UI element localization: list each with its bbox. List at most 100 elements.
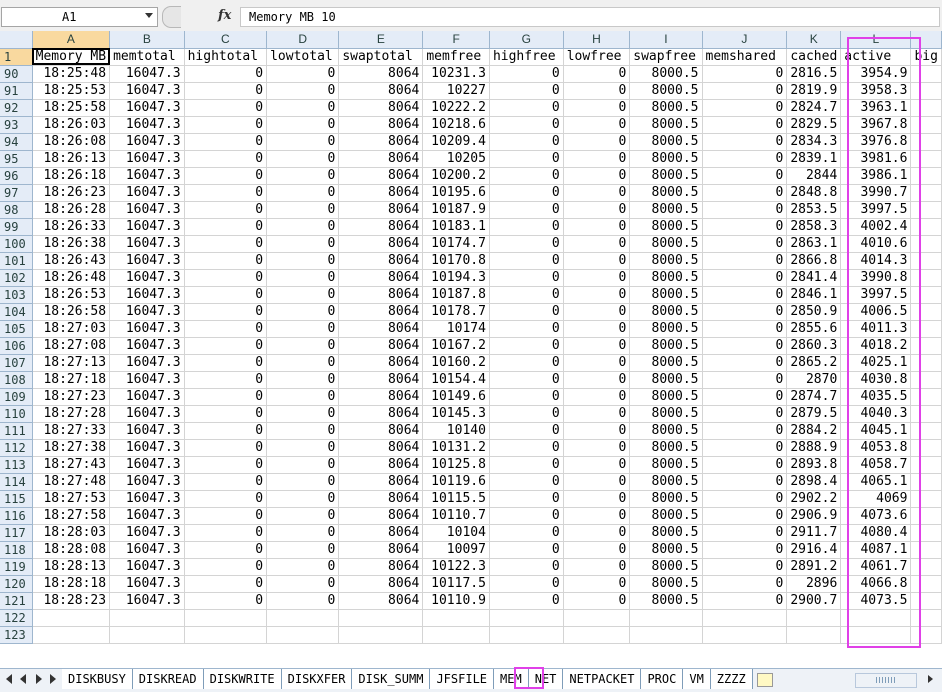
column-header-b[interactable]: B [109, 31, 185, 49]
data-cell[interactable]: 2898.4 [786, 473, 842, 491]
data-cell[interactable]: 18:25:58 [32, 99, 111, 117]
data-cell[interactable]: 0 [702, 235, 788, 253]
data-cell[interactable]: 8000.5 [629, 473, 703, 491]
header-cell[interactable]: memtotal [109, 48, 185, 66]
data-cell[interactable]: 0 [266, 150, 340, 168]
data-cell[interactable] [910, 303, 942, 321]
sheet-tab-mem[interactable]: MEM [494, 669, 529, 689]
data-cell[interactable]: 10117.5 [422, 575, 490, 593]
data-cell[interactable]: 10187.8 [422, 286, 490, 304]
data-cell[interactable] [910, 269, 942, 287]
column-header-m[interactable] [910, 31, 942, 49]
data-cell[interactable]: 0 [489, 65, 564, 83]
row-header[interactable]: 105 [0, 320, 33, 338]
row-header[interactable]: 119 [0, 558, 33, 576]
data-cell[interactable] [910, 201, 942, 219]
formula-bar-splitter[interactable] [162, 6, 181, 28]
data-cell[interactable]: 0 [702, 303, 788, 321]
data-cell[interactable]: 0 [489, 286, 564, 304]
header-cell[interactable]: memfree [422, 48, 490, 66]
data-cell[interactable]: 8064 [338, 439, 424, 457]
data-cell[interactable] [910, 116, 942, 134]
data-cell[interactable]: 16047.3 [109, 422, 185, 440]
data-cell[interactable]: 2819.9 [786, 82, 842, 100]
data-cell[interactable]: 0 [563, 388, 631, 406]
data-cell[interactable]: 0 [266, 558, 340, 576]
data-cell[interactable]: 8064 [338, 575, 424, 593]
data-cell[interactable]: 0 [266, 490, 340, 508]
data-cell[interactable]: 4087.1 [840, 541, 912, 559]
select-all-corner[interactable] [0, 31, 33, 49]
data-cell[interactable]: 10222.2 [422, 99, 490, 117]
data-cell[interactable]: 18:26:43 [32, 252, 111, 270]
column-header-k[interactable]: K [786, 31, 842, 49]
data-cell[interactable]: 8000.5 [629, 592, 703, 610]
data-cell[interactable]: 4030.8 [840, 371, 912, 389]
data-cell[interactable]: 0 [702, 201, 788, 219]
data-cell[interactable] [910, 150, 942, 168]
data-cell[interactable]: 0 [563, 558, 631, 576]
sheet-tab-proc[interactable]: PROC [641, 669, 684, 689]
data-cell[interactable]: 8064 [338, 371, 424, 389]
data-cell[interactable]: 16047.3 [109, 150, 185, 168]
data-cell[interactable]: 0 [489, 541, 564, 559]
data-cell[interactable]: 8064 [338, 320, 424, 338]
data-cell[interactable]: 2816.5 [786, 65, 842, 83]
row-header[interactable]: 94 [0, 133, 33, 151]
row-header[interactable]: 118 [0, 541, 33, 559]
data-cell[interactable]: 0 [489, 490, 564, 508]
data-cell[interactable]: 0 [184, 456, 268, 474]
column-header-g[interactable]: G [489, 31, 564, 49]
data-cell[interactable]: 0 [489, 235, 564, 253]
data-cell[interactable]: 3990.8 [840, 269, 912, 287]
data-cell[interactable]: 0 [266, 133, 340, 151]
data-cell[interactable]: 10187.9 [422, 201, 490, 219]
data-cell[interactable]: 0 [184, 65, 268, 83]
data-cell[interactable]: 18:27:43 [32, 456, 111, 474]
header-cell[interactable]: swapfree [629, 48, 703, 66]
data-cell[interactable]: 18:28:03 [32, 524, 111, 542]
data-cell[interactable]: 18:26:58 [32, 303, 111, 321]
data-cell[interactable]: 0 [184, 201, 268, 219]
data-cell[interactable]: 16047.3 [109, 524, 185, 542]
data-cell[interactable]: 0 [266, 99, 340, 117]
data-cell[interactable]: 0 [489, 405, 564, 423]
data-cell[interactable] [489, 609, 564, 627]
row-header[interactable]: 98 [0, 201, 33, 219]
data-cell[interactable]: 0 [702, 388, 788, 406]
data-cell[interactable]: 0 [184, 592, 268, 610]
data-cell[interactable]: 18:27:53 [32, 490, 111, 508]
data-cell[interactable]: 0 [266, 592, 340, 610]
data-cell[interactable]: 10140 [422, 422, 490, 440]
data-cell[interactable] [563, 626, 631, 644]
data-cell[interactable]: 8064 [338, 422, 424, 440]
data-cell[interactable]: 0 [489, 269, 564, 287]
data-cell[interactable]: 2839.1 [786, 150, 842, 168]
data-cell[interactable]: 0 [266, 252, 340, 270]
data-cell[interactable]: 8000.5 [629, 371, 703, 389]
row-header[interactable]: 93 [0, 116, 33, 134]
data-cell[interactable]: 0 [184, 524, 268, 542]
data-cell[interactable] [702, 609, 788, 627]
data-cell[interactable]: 10174.7 [422, 235, 490, 253]
data-cell[interactable]: 10178.7 [422, 303, 490, 321]
data-cell[interactable] [910, 167, 942, 185]
data-cell[interactable]: 0 [266, 286, 340, 304]
data-cell[interactable]: 4073.6 [840, 507, 912, 525]
data-cell[interactable]: 18:26:18 [32, 167, 111, 185]
row-header[interactable]: 104 [0, 303, 33, 321]
data-cell[interactable] [786, 609, 842, 627]
row-header[interactable]: 99 [0, 218, 33, 236]
data-cell[interactable]: 10149.6 [422, 388, 490, 406]
data-cell[interactable]: 0 [184, 286, 268, 304]
data-cell[interactable]: 3990.7 [840, 184, 912, 202]
data-cell[interactable]: 4053.8 [840, 439, 912, 457]
data-cell[interactable]: 18:26:03 [32, 116, 111, 134]
data-cell[interactable] [338, 609, 424, 627]
data-cell[interactable]: 2824.7 [786, 99, 842, 117]
data-cell[interactable]: 8064 [338, 541, 424, 559]
sheet-tab-diskbusy[interactable]: DISKBUSY [62, 669, 133, 689]
data-cell[interactable]: 16047.3 [109, 99, 185, 117]
data-cell[interactable]: 0 [702, 541, 788, 559]
data-cell[interactable]: 16047.3 [109, 456, 185, 474]
